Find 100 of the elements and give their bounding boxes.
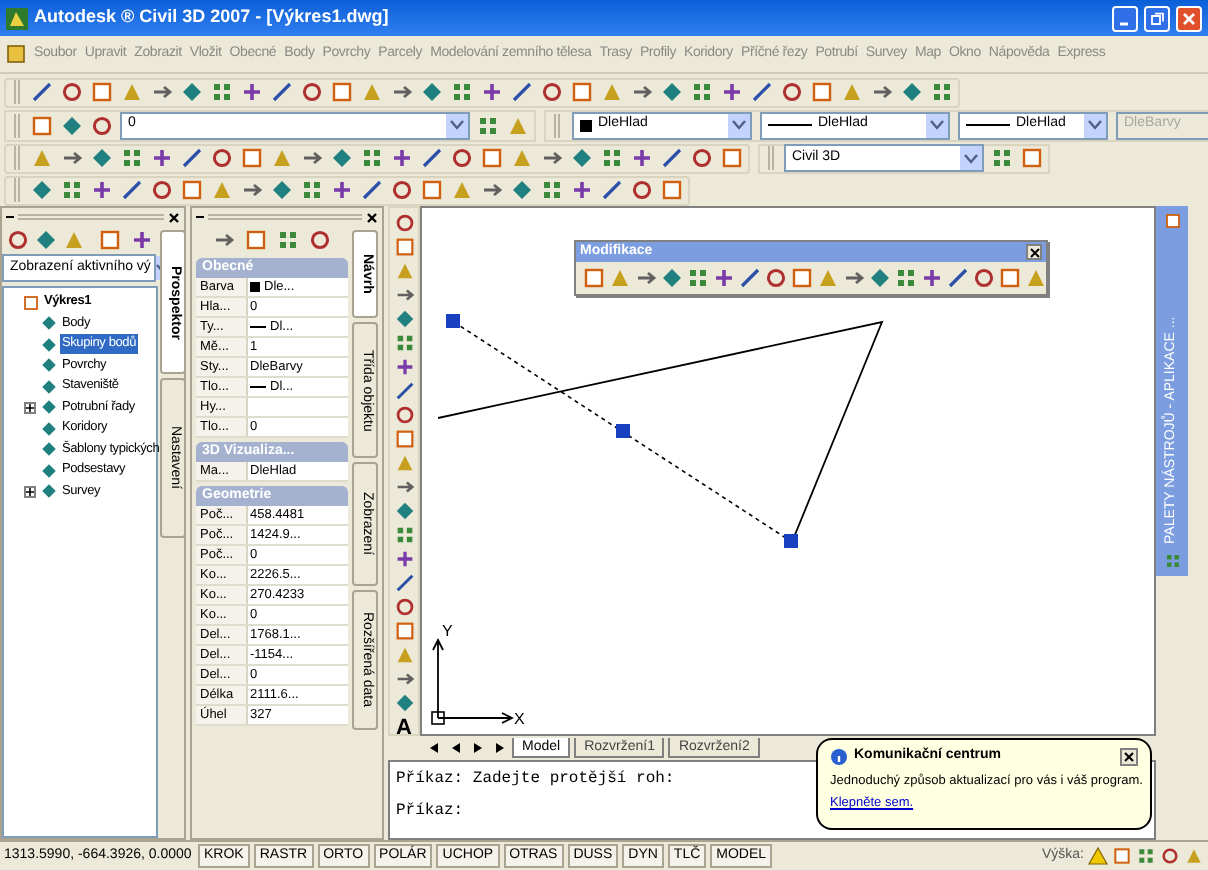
square-icon[interactable] <box>30 113 54 137</box>
square-icon[interactable] <box>22 293 40 312</box>
diamond-icon[interactable] <box>393 308 415 330</box>
line-icon[interactable] <box>120 178 144 202</box>
grid-icon[interactable] <box>600 146 624 170</box>
grid-icon[interactable] <box>690 80 714 104</box>
line-icon[interactable] <box>600 178 624 202</box>
diamond-icon[interactable] <box>90 146 114 170</box>
diamond-icon[interactable] <box>868 266 892 290</box>
text-tool-button[interactable]: A <box>396 716 412 740</box>
line-icon[interactable] <box>393 572 415 594</box>
grid-icon[interactable] <box>894 266 918 290</box>
arrow-icon[interactable] <box>870 80 894 104</box>
square-icon[interactable] <box>98 228 122 252</box>
circle-icon[interactable] <box>90 113 114 137</box>
diamond-icon[interactable] <box>420 80 444 104</box>
arrow-icon[interactable] <box>540 146 564 170</box>
line-icon[interactable] <box>946 266 970 290</box>
square-icon[interactable] <box>1020 146 1044 170</box>
square-icon[interactable] <box>420 178 444 202</box>
square-icon[interactable] <box>582 266 606 290</box>
cross-icon[interactable] <box>90 178 114 202</box>
square-icon[interactable] <box>810 80 834 104</box>
grid-icon[interactable] <box>540 178 564 202</box>
circle-icon[interactable] <box>300 80 324 104</box>
square-icon[interactable] <box>180 178 204 202</box>
circle-icon[interactable] <box>393 596 415 618</box>
arrow-icon[interactable] <box>300 146 324 170</box>
square-icon[interactable] <box>393 620 415 642</box>
close-button[interactable] <box>1120 747 1138 766</box>
grid-icon[interactable] <box>360 146 384 170</box>
restore-button[interactable] <box>1144 5 1170 31</box>
circle-icon[interactable] <box>150 178 174 202</box>
cross-icon[interactable] <box>570 178 594 202</box>
grid-icon[interactable] <box>930 80 954 104</box>
cross-icon[interactable] <box>393 356 415 378</box>
circle-icon[interactable] <box>764 266 788 290</box>
cross-icon[interactable] <box>130 228 154 252</box>
arrow-icon[interactable] <box>393 284 415 306</box>
diamond-icon[interactable] <box>570 146 594 170</box>
warning-icon[interactable] <box>1088 846 1108 866</box>
circle-icon[interactable] <box>972 266 996 290</box>
arrow-icon[interactable] <box>60 146 84 170</box>
grid-icon[interactable] <box>393 332 415 354</box>
close-button[interactable] <box>1026 244 1042 260</box>
circle-icon[interactable] <box>1160 846 1180 866</box>
arrow-icon[interactable] <box>212 228 236 252</box>
circle-icon[interactable] <box>630 178 654 202</box>
arrow-icon[interactable] <box>842 266 866 290</box>
diamond-icon[interactable] <box>510 178 534 202</box>
square-icon[interactable] <box>244 228 268 252</box>
diamond-icon[interactable] <box>330 146 354 170</box>
circle-icon[interactable] <box>780 80 804 104</box>
grid-icon[interactable] <box>1136 846 1156 866</box>
cross-icon[interactable] <box>330 178 354 202</box>
line-icon[interactable] <box>738 266 762 290</box>
arrow-icon[interactable] <box>634 266 658 290</box>
minimize-button[interactable] <box>1112 5 1138 31</box>
circle-icon[interactable] <box>393 404 415 426</box>
arrow-icon[interactable] <box>393 668 415 690</box>
cross-icon[interactable] <box>390 146 414 170</box>
square-icon[interactable] <box>720 146 744 170</box>
circle-icon[interactable] <box>390 178 414 202</box>
arrow-icon[interactable] <box>390 80 414 104</box>
arrow-icon[interactable] <box>393 476 415 498</box>
diamond-icon[interactable] <box>660 266 684 290</box>
arrow-icon[interactable] <box>630 80 654 104</box>
circle-icon[interactable] <box>6 228 30 252</box>
grid-icon[interactable] <box>210 80 234 104</box>
next-tab-button[interactable] <box>468 739 486 757</box>
square-icon[interactable] <box>1163 212 1181 230</box>
square-icon[interactable] <box>480 146 504 170</box>
circle-icon[interactable] <box>540 80 564 104</box>
close-icon[interactable] <box>366 211 378 223</box>
square-icon[interactable] <box>570 80 594 104</box>
square-icon[interactable] <box>330 80 354 104</box>
circle-icon[interactable] <box>60 80 84 104</box>
line-icon[interactable] <box>30 80 54 104</box>
close-icon[interactable] <box>168 211 180 223</box>
cross-icon[interactable] <box>920 266 944 290</box>
grid-icon[interactable] <box>393 524 415 546</box>
grid-icon[interactable] <box>990 146 1014 170</box>
line-icon[interactable] <box>270 80 294 104</box>
line-icon[interactable] <box>420 146 444 170</box>
cross-icon[interactable] <box>720 80 744 104</box>
circle-icon[interactable] <box>210 146 234 170</box>
cross-icon[interactable] <box>630 146 654 170</box>
circle-icon[interactable] <box>690 146 714 170</box>
grid-icon[interactable] <box>686 266 710 290</box>
cross-icon[interactable] <box>480 80 504 104</box>
cross-icon[interactable] <box>150 146 174 170</box>
grid-icon[interactable] <box>120 146 144 170</box>
square-icon[interactable] <box>240 146 264 170</box>
grid-icon[interactable] <box>476 113 500 137</box>
diamond-icon[interactable] <box>60 113 84 137</box>
cross-icon[interactable] <box>240 80 264 104</box>
line-icon[interactable] <box>660 146 684 170</box>
diamond-icon[interactable] <box>900 80 924 104</box>
cross-icon[interactable] <box>393 548 415 570</box>
diamond-icon[interactable] <box>180 80 204 104</box>
